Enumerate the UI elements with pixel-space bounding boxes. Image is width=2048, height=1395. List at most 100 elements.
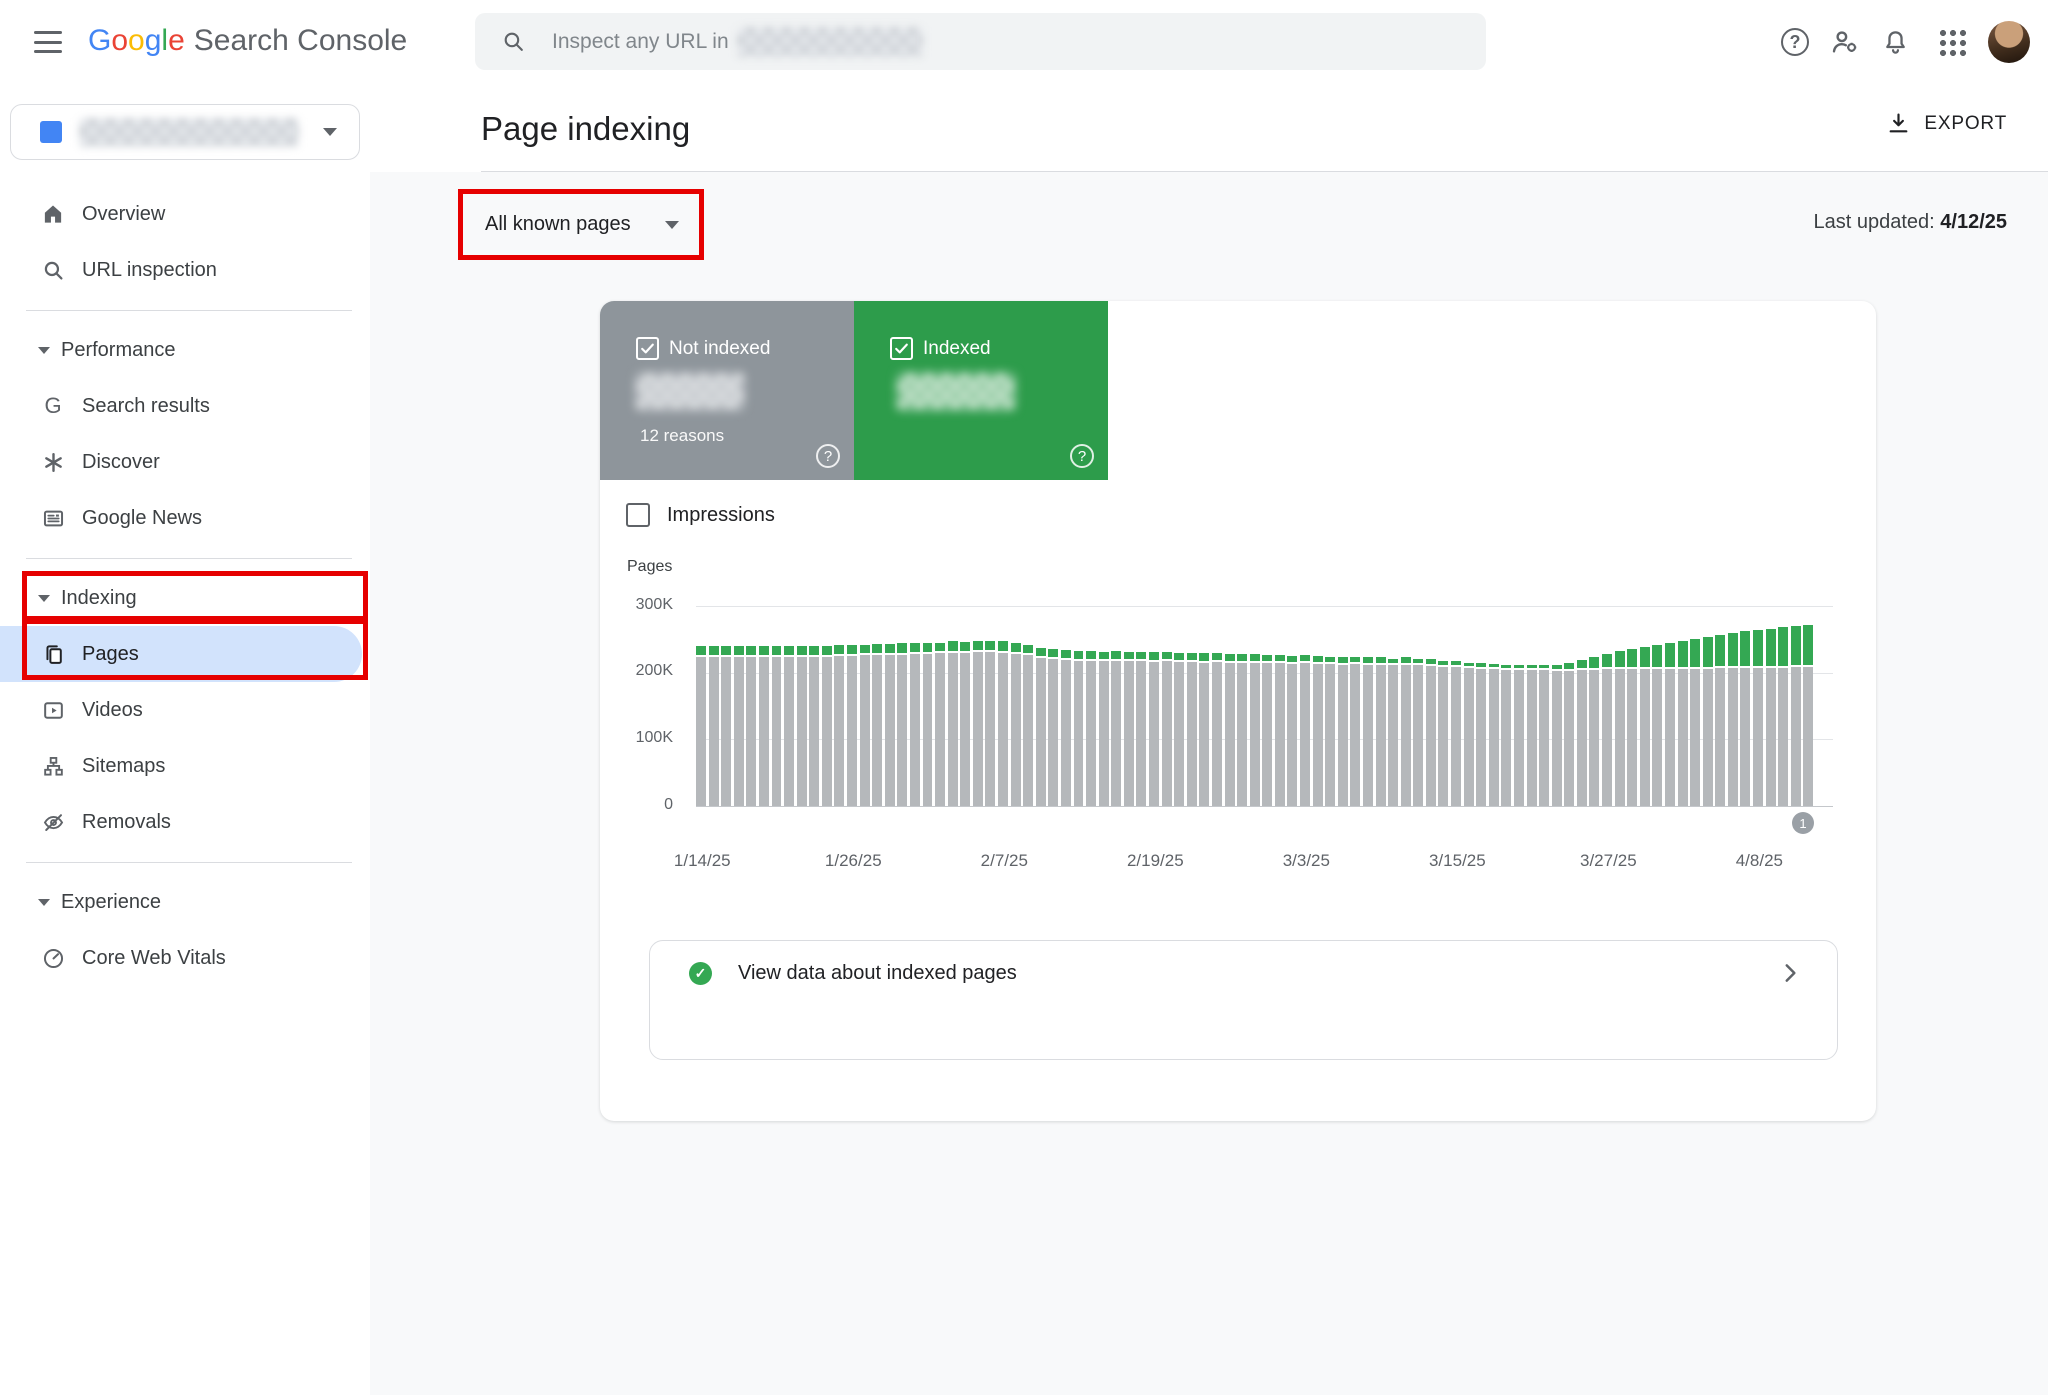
chart-bar[interactable] [1703, 637, 1713, 806]
chart-bar[interactable] [822, 646, 832, 806]
checkbox-checked-icon[interactable] [636, 337, 659, 360]
chart-bar[interactable] [772, 646, 782, 806]
chart-bar[interactable] [759, 646, 769, 806]
chart-bar[interactable] [1023, 645, 1033, 806]
chart-bar[interactable] [1300, 655, 1310, 806]
chart-bar[interactable] [1011, 643, 1021, 806]
help-icon[interactable]: ? [1770, 17, 1820, 67]
chart-bar[interactable] [935, 643, 945, 806]
chart-bar[interactable] [1111, 651, 1121, 806]
chart-bar[interactable] [746, 646, 756, 806]
chart-bar[interactable] [696, 646, 706, 806]
chart-bar[interactable] [948, 641, 958, 806]
chart-bar[interactable] [985, 641, 995, 806]
chart-bar[interactable] [1162, 652, 1172, 806]
checkbox-checked-icon[interactable] [890, 337, 913, 360]
chart-bar[interactable] [1489, 664, 1499, 806]
chart-bar[interactable] [1577, 660, 1587, 806]
export-button[interactable]: EXPORT [1886, 111, 2007, 136]
chart-bar[interactable] [1124, 652, 1134, 806]
chart-bar[interactable] [847, 645, 857, 806]
sidebar-item-pages[interactable]: Pages [0, 626, 362, 682]
chart-bar[interactable] [1376, 657, 1386, 806]
view-data-row[interactable]: ✓ View data about indexed pages [650, 941, 1837, 1005]
impressions-toggle[interactable]: Impressions [626, 503, 775, 527]
chart-bar[interactable] [1136, 652, 1146, 806]
chart-bar[interactable] [1514, 665, 1524, 806]
sidebar-item-videos[interactable]: Videos [0, 682, 370, 738]
chart-bar[interactable] [1728, 633, 1738, 806]
sidebar-item-sitemaps[interactable]: Sitemaps [0, 738, 370, 794]
chart-bar[interactable] [1149, 652, 1159, 806]
chart-bar[interactable] [1212, 653, 1222, 806]
help-icon[interactable]: ? [1070, 444, 1094, 468]
chart-bar[interactable] [1778, 627, 1788, 806]
chart-bar[interactable] [1036, 648, 1046, 806]
chart-bar[interactable] [872, 644, 882, 806]
chart-bar[interactable] [809, 646, 819, 806]
chart-bar[interactable] [910, 643, 920, 806]
sidebar-item-google-news[interactable]: Google News [0, 490, 370, 546]
chart-bar[interactable] [1678, 641, 1688, 806]
chart-bar[interactable] [1715, 635, 1725, 806]
sidebar-item-url-inspection[interactable]: URL inspection [0, 242, 370, 298]
chart-bar[interactable] [1048, 649, 1058, 806]
chart-bar[interactable] [1287, 656, 1297, 806]
sidebar-section-performance[interactable]: Performance [0, 322, 370, 378]
chart-bar[interactable] [1338, 657, 1348, 806]
chart-bar[interactable] [1262, 655, 1272, 806]
chart-bar[interactable] [1401, 657, 1411, 806]
chart-bar[interactable] [1363, 657, 1373, 806]
sidebar-item-core-web-vitals[interactable]: Core Web Vitals [0, 930, 370, 986]
chart-bar[interactable] [1451, 661, 1461, 806]
chart-bar[interactable] [1527, 665, 1537, 806]
menu-icon[interactable] [31, 29, 65, 55]
chart-bar[interactable] [1501, 665, 1511, 806]
chart-bar[interactable] [709, 646, 719, 806]
chart-bar[interactable] [1803, 625, 1813, 806]
chart-bar[interactable] [1740, 631, 1750, 806]
chart-bar[interactable] [1187, 653, 1197, 806]
chart-bar[interactable] [1199, 653, 1209, 806]
chart-bar[interactable] [1426, 659, 1436, 806]
chart-bar[interactable] [1539, 665, 1549, 806]
chart-bar[interactable] [1250, 654, 1260, 806]
sidebar-item-search-results[interactable]: G Search results [0, 378, 370, 434]
checkbox-unchecked-icon[interactable] [626, 503, 650, 527]
chart-annotation-badge[interactable]: 1 [1792, 812, 1814, 834]
chart-bar[interactable] [1589, 657, 1599, 806]
chart-bar[interactable] [1627, 649, 1637, 806]
chart-bar[interactable] [721, 646, 731, 806]
chart-bar[interactable] [1652, 645, 1662, 806]
chart-bar[interactable] [897, 643, 907, 806]
chart-bar[interactable] [1074, 651, 1084, 806]
chart-bar[interactable] [1602, 654, 1612, 806]
chart-bar[interactable] [1690, 639, 1700, 806]
chart-bar[interactable] [998, 641, 1008, 806]
notifications-bell-icon[interactable] [1870, 17, 1920, 67]
chart-bar[interactable] [1766, 629, 1776, 806]
sidebar-item-removals[interactable]: Removals [0, 794, 370, 850]
chart-bar[interactable] [1086, 651, 1096, 806]
tile-not-indexed[interactable]: Not indexed 12 reasons ? [600, 301, 854, 480]
chart-bar[interactable] [1350, 657, 1360, 806]
chart-bar[interactable] [1640, 647, 1650, 806]
chart-bar[interactable] [960, 642, 970, 806]
sidebar-item-discover[interactable]: Discover [0, 434, 370, 490]
chart-bar[interactable] [784, 646, 794, 806]
chart-bar[interactable] [885, 644, 895, 806]
chart-bar[interactable] [1174, 653, 1184, 806]
chart-bar[interactable] [734, 646, 744, 806]
chart-bar[interactable] [860, 645, 870, 806]
chart-bar[interactable] [1753, 630, 1763, 806]
chart-bar[interactable] [1325, 657, 1335, 806]
manage-users-icon[interactable] [1820, 17, 1870, 67]
page-filter-dropdown[interactable]: All known pages [463, 194, 699, 255]
chart-bar[interactable] [1061, 650, 1071, 806]
sidebar-section-indexing[interactable]: Indexing [0, 570, 370, 626]
chart-bar[interactable] [1464, 663, 1474, 806]
chart-bar[interactable] [1438, 661, 1448, 806]
chart-bar[interactable] [1791, 626, 1801, 806]
account-avatar[interactable] [1988, 21, 2030, 63]
chart-bar[interactable] [797, 646, 807, 806]
